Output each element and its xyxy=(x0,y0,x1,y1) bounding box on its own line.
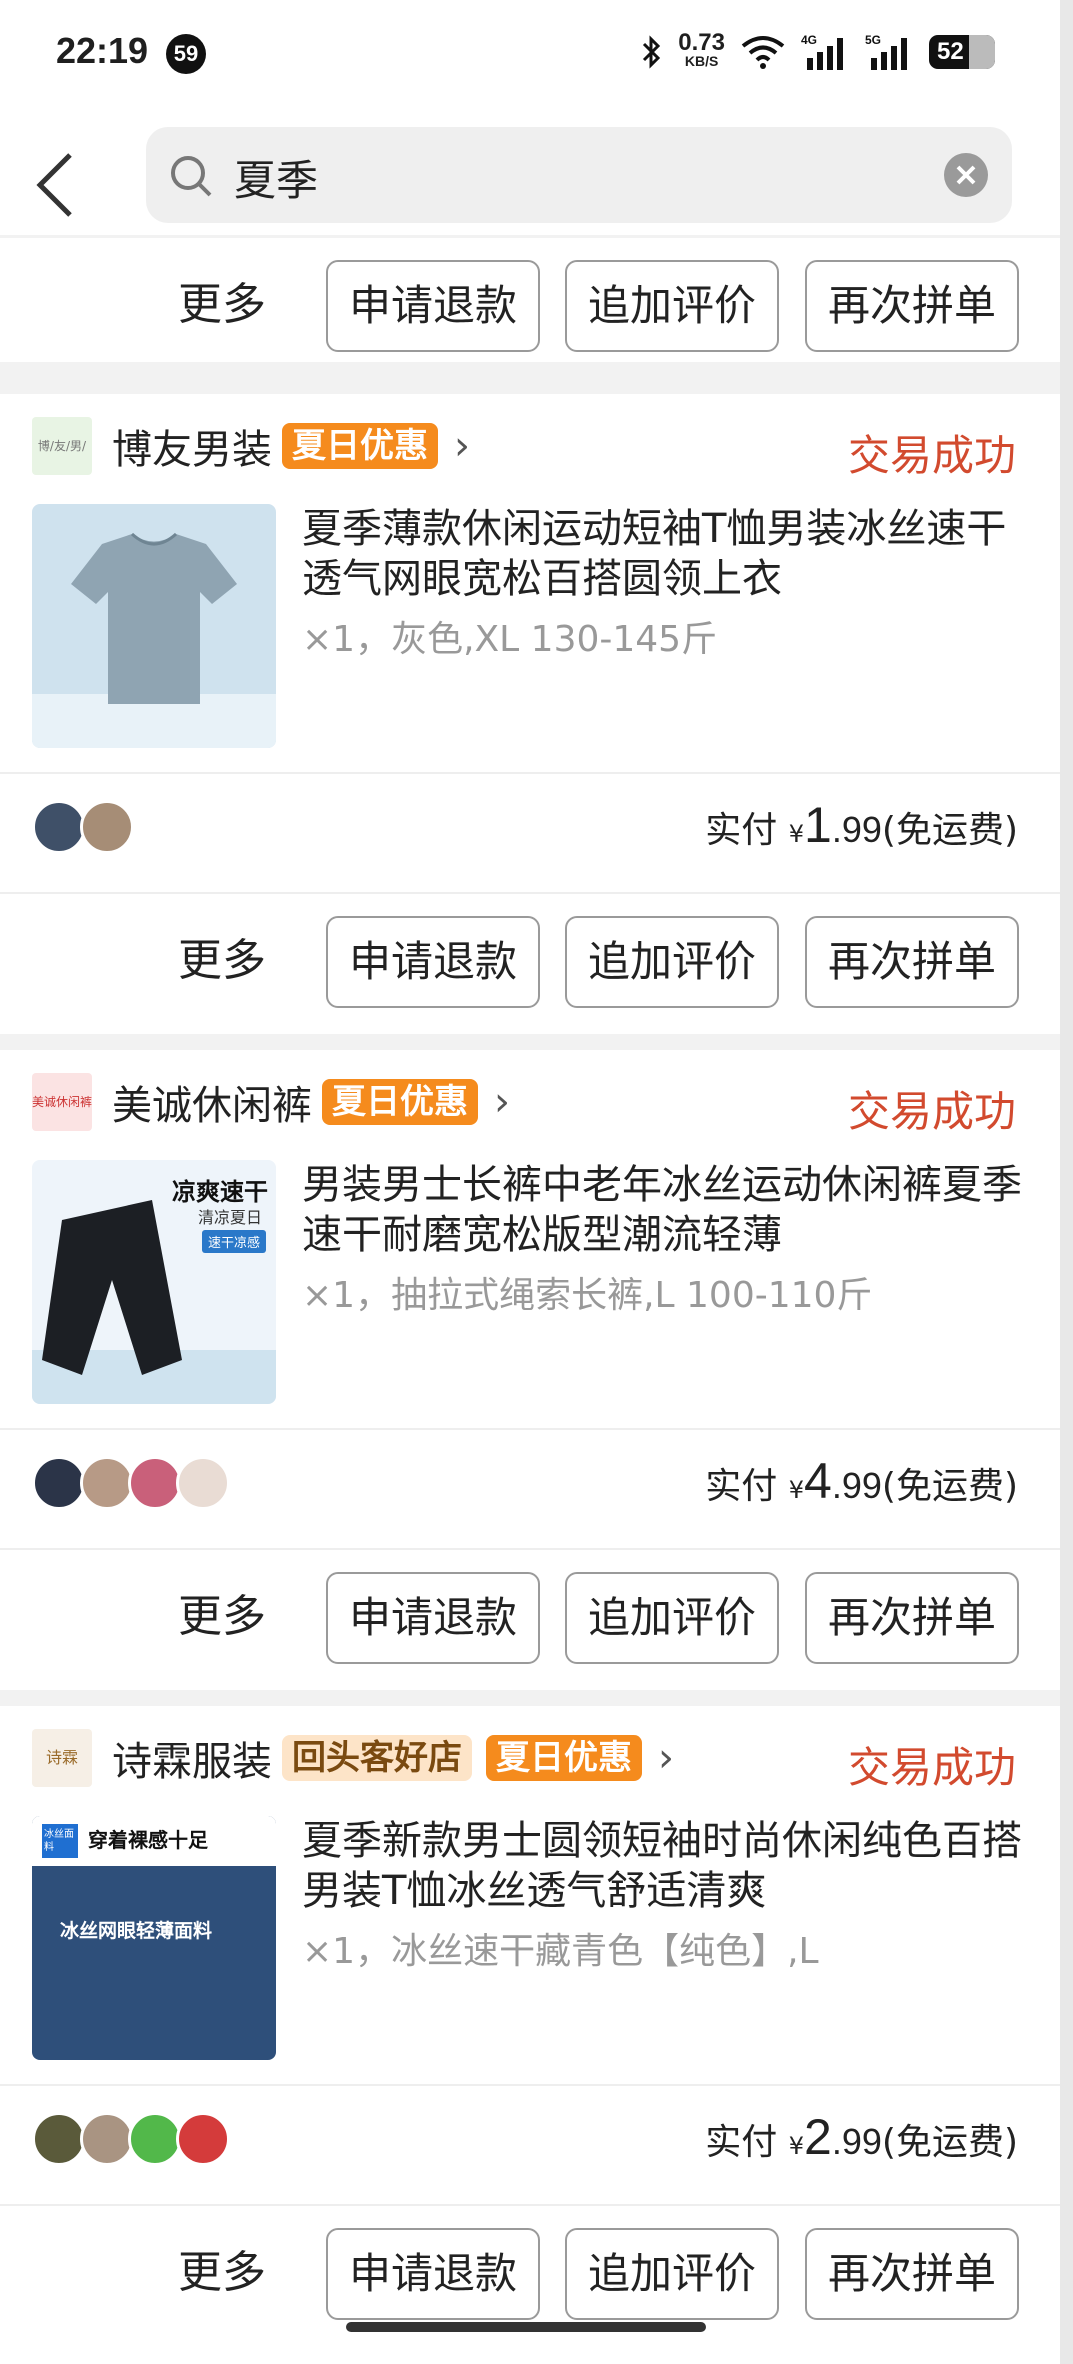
add-review-button[interactable]: 追加评价 xyxy=(565,916,779,1008)
more-button[interactable]: 更多 xyxy=(178,268,266,332)
paid-amount: 实付 ¥4.99(免运费) xyxy=(705,1453,1018,1509)
order-status: 交易成功 xyxy=(847,431,1016,480)
thumb-caption: 速干凉感 xyxy=(201,1230,266,1253)
order-actions: 更多 申请退款 追加评价 再次拼单 xyxy=(0,238,1060,362)
summer-discount-tag: 夏日优惠 xyxy=(486,1735,642,1781)
product-spec: ×1，灰色,XL 130-145斤 xyxy=(302,619,718,660)
avatar xyxy=(80,800,134,854)
product-spec: ×1，抽拉式绳索长裤,L 100-110斤 xyxy=(302,1275,873,1316)
reorder-button[interactable]: 再次拼单 xyxy=(805,916,1019,1008)
shop-row[interactable]: 博/友/男/装 博友男装 夏日优惠 › xyxy=(32,416,470,476)
divider xyxy=(0,772,1060,774)
more-button[interactable]: 更多 xyxy=(178,2236,266,2300)
wifi-icon xyxy=(741,36,785,69)
product-thumbnail[interactable]: 凉爽速干 清凉夏日 速干凉感 xyxy=(32,1160,276,1404)
search-query: 夏季 xyxy=(234,156,319,205)
shop-name: 博友男装 xyxy=(112,427,272,473)
add-review-button[interactable]: 追加评价 xyxy=(565,260,779,352)
avatar xyxy=(176,1456,230,1510)
product-spec: ×1，冰丝速干藏青色【纯色】,L xyxy=(302,1931,819,1972)
reorder-button[interactable]: 再次拼单 xyxy=(805,1572,1019,1664)
back-arrow-icon[interactable] xyxy=(30,145,90,225)
search-icon xyxy=(171,156,212,197)
refund-button[interactable]: 申请退款 xyxy=(326,1572,540,1664)
group-avatars xyxy=(32,1456,230,1510)
shop-logo: 博/友/男/装 xyxy=(32,417,92,475)
avatar xyxy=(176,2112,230,2166)
order-actions: 更多 申请退款 追加评价 再次拼单 xyxy=(0,1550,1060,1674)
summer-discount-tag: 夏日优惠 xyxy=(322,1079,478,1125)
clear-icon[interactable] xyxy=(944,153,988,197)
signal-5g-icon: 5G xyxy=(865,33,907,70)
svg-text:5G: 5G xyxy=(865,33,881,47)
status-icons: 0.73 KB/S 4G 5G 52 xyxy=(640,30,995,74)
shop-name: 美诚休闲裤 xyxy=(112,1083,312,1129)
avatar xyxy=(80,2112,134,2166)
group-avatars xyxy=(32,800,134,854)
product-title[interactable]: 夏季薄款休闲运动短袖T恤男装冰丝速干透气网眼宽松百搭圆领上衣 xyxy=(302,504,1022,604)
signal-4g-icon: 4G xyxy=(801,33,843,70)
order-status: 交易成功 xyxy=(847,1087,1016,1136)
search-header: 夏季 xyxy=(0,105,1060,235)
more-button[interactable]: 更多 xyxy=(178,1580,266,1644)
add-review-button[interactable]: 追加评价 xyxy=(565,1572,779,1664)
shop-logo: 美诚休闲裤 xyxy=(32,1073,92,1131)
group-avatars xyxy=(32,2112,230,2166)
divider xyxy=(0,1428,1060,1430)
battery-icon: 52 xyxy=(929,35,995,69)
bluetooth-icon xyxy=(643,35,661,69)
reorder-button[interactable]: 再次拼单 xyxy=(805,2228,1019,2320)
status-bar: 22:19 59 0.73 KB/S 4G 5G 52 xyxy=(0,0,1073,105)
refund-button[interactable]: 申请退款 xyxy=(326,2228,540,2320)
refund-button[interactable]: 申请退款 xyxy=(326,260,540,352)
chevron-right-icon: › xyxy=(454,423,470,469)
chevron-right-icon: › xyxy=(658,1735,674,1781)
notification-badge: 59 xyxy=(166,34,206,74)
home-indicator[interactable] xyxy=(346,2322,706,2332)
avatar xyxy=(32,2112,86,2166)
more-button[interactable]: 更多 xyxy=(178,924,266,988)
paid-amount: 实付 ¥2.99(免运费) xyxy=(705,2109,1018,2165)
summer-discount-tag: 夏日优惠 xyxy=(282,423,438,469)
shop-logo: 诗霖 xyxy=(32,1729,92,1787)
product-title[interactable]: 男装男士长裤中老年冰丝运动休闲裤夏季速干耐磨宽松版型潮流轻薄 xyxy=(302,1160,1022,1260)
thumb-caption: 凉爽速干 xyxy=(172,1178,268,1206)
order-card[interactable]: 诗霖 诗霖服装 回头客好店 夏日优惠 › 交易成功 冰丝面料 穿着裸感十足 冰丝… xyxy=(0,1706,1060,2364)
shop-row[interactable]: 美诚休闲裤 美诚休闲裤 夏日优惠 › xyxy=(32,1072,510,1132)
search-input[interactable]: 夏季 xyxy=(146,127,1012,223)
reorder-button[interactable]: 再次拼单 xyxy=(805,260,1019,352)
avatar xyxy=(128,2112,182,2166)
avatar xyxy=(80,1456,134,1510)
network-speed: 0.73 KB/S xyxy=(678,29,725,70)
add-review-button[interactable]: 追加评价 xyxy=(565,2228,779,2320)
order-card[interactable]: 美诚休闲裤 美诚休闲裤 夏日优惠 › 交易成功 凉爽速干 清凉夏日 速干凉感 男… xyxy=(0,1050,1060,1690)
chevron-right-icon: › xyxy=(494,1079,510,1125)
scrollbar[interactable] xyxy=(1060,0,1073,2364)
thumb-caption: 清凉夏日 xyxy=(197,1208,262,1227)
product-thumbnail[interactable]: 冰丝面料 穿着裸感十足 冰丝网眼轻薄面料 xyxy=(32,1816,276,2060)
paid-amount: 实付 ¥1.99(免运费) xyxy=(705,797,1018,853)
thumb-caption: 穿着裸感十足 xyxy=(88,1828,208,1852)
order-actions: 更多 申请退款 追加评价 再次拼单 xyxy=(0,894,1060,1018)
order-card[interactable]: 博/友/男/装 博友男装 夏日优惠 › 交易成功 夏季薄款休闲运动短袖T恤男装冰… xyxy=(0,394,1060,1034)
refund-button[interactable]: 申请退款 xyxy=(326,916,540,1008)
order-actions: 更多 申请退款 追加评价 再次拼单 xyxy=(0,2206,1060,2330)
thumb-caption: 冰丝面料 xyxy=(44,1829,74,1853)
shop-name: 诗霖服装 xyxy=(112,1739,272,1785)
order-status: 交易成功 xyxy=(847,1743,1016,1792)
status-time: 22:19 xyxy=(56,30,149,71)
shop-row[interactable]: 诗霖 诗霖服装 回头客好店 夏日优惠 › xyxy=(32,1728,674,1788)
thumb-caption: 冰丝网眼轻薄面料 xyxy=(60,1920,213,1942)
avatar xyxy=(128,1456,182,1510)
divider xyxy=(0,2084,1060,2086)
product-thumbnail[interactable] xyxy=(32,504,276,748)
repeat-customer-tag: 回头客好店 xyxy=(282,1735,472,1781)
avatar xyxy=(32,1456,86,1510)
avatar xyxy=(32,800,86,854)
svg-text:4G: 4G xyxy=(801,33,817,47)
product-title[interactable]: 夏季新款男士圆领短袖时尚休闲纯色百搭男装T恤冰丝透气舒适清爽 xyxy=(302,1816,1022,1916)
